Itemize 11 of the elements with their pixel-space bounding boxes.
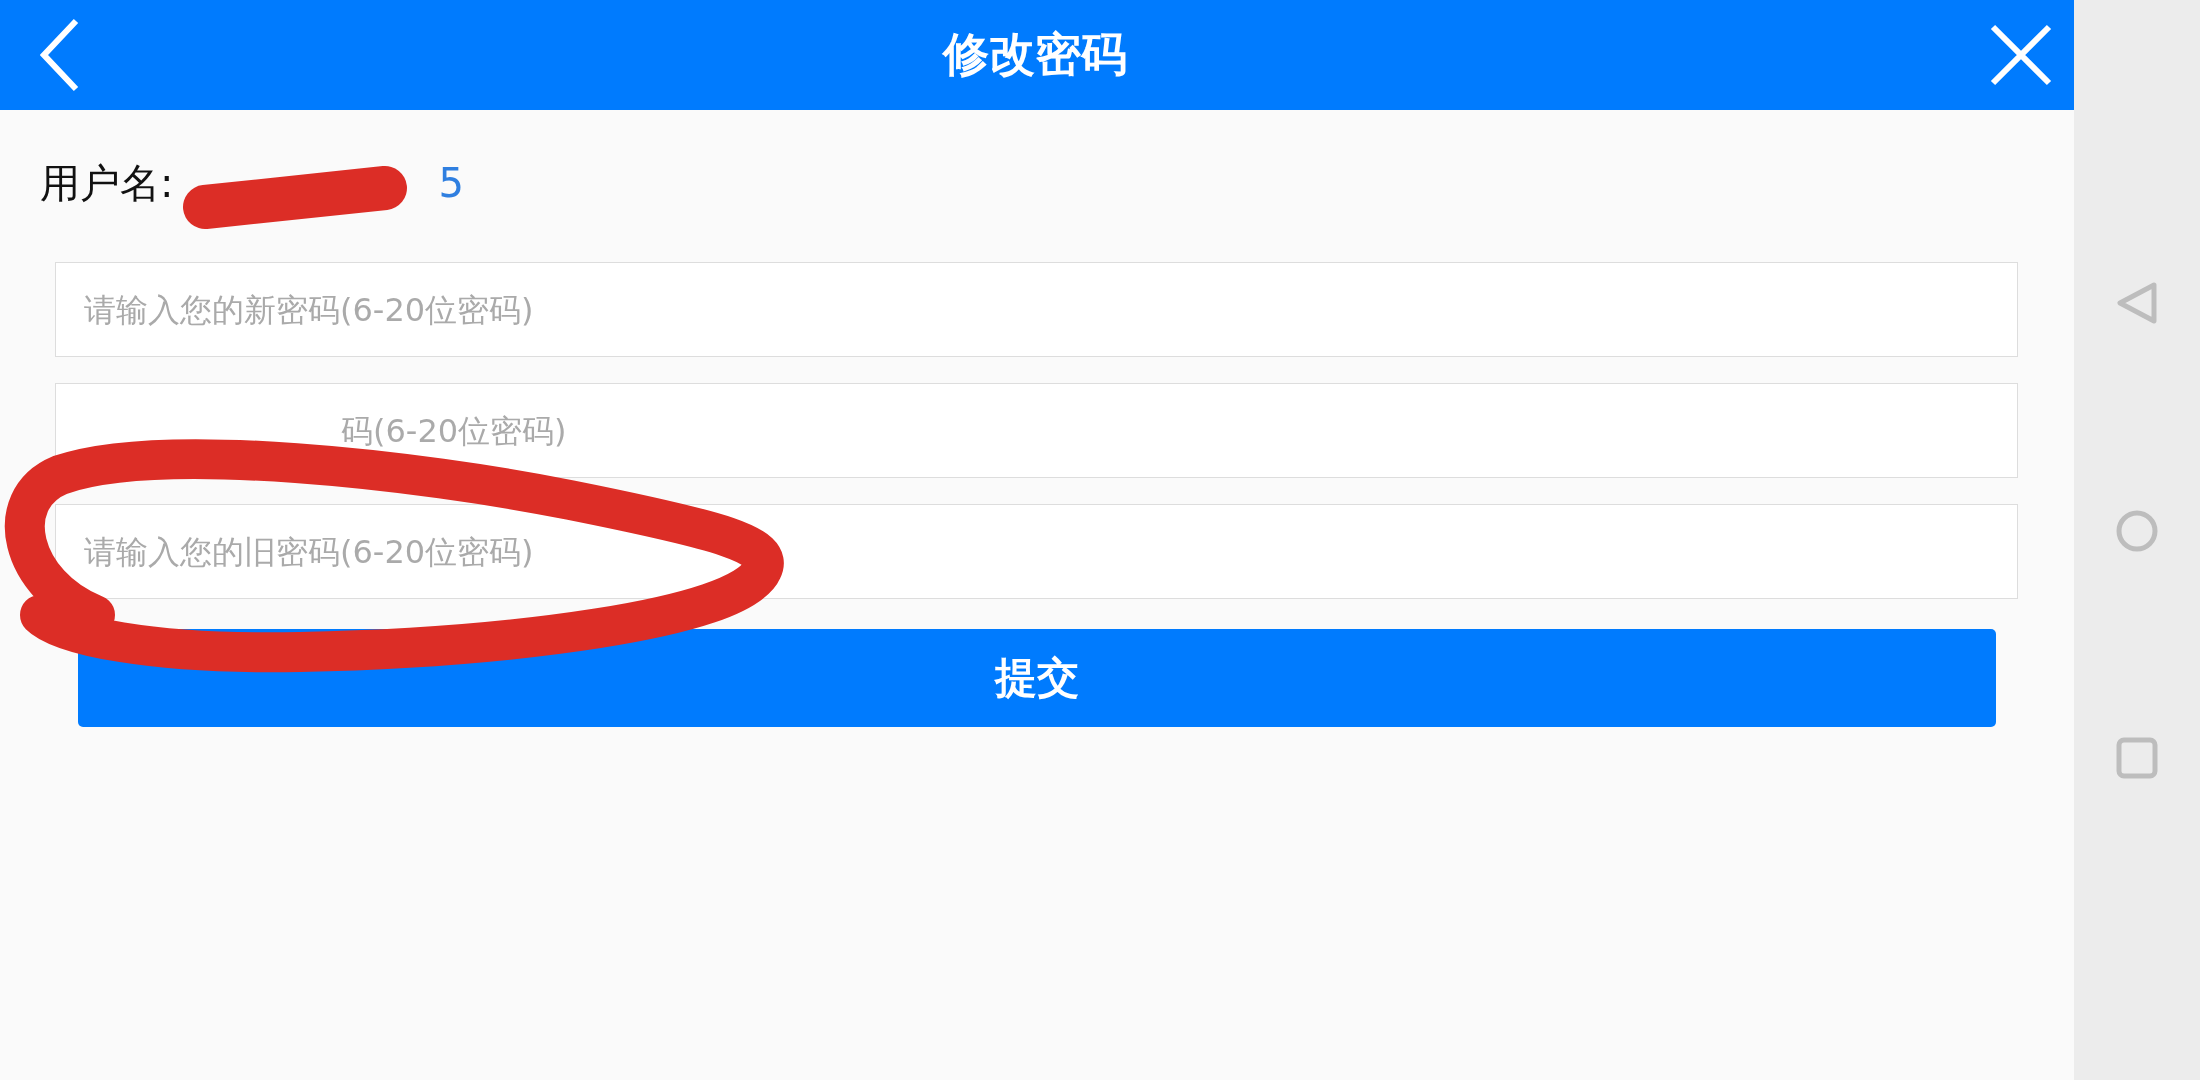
submit-button[interactable]: 提交 [78,629,1996,727]
back-icon[interactable] [40,17,80,93]
home-icon[interactable] [2115,509,2159,553]
password-field[interactable]: 码(6-20位密码) [55,383,2018,478]
password-field[interactable]: 请输入您的旧密码(6-20位密码) [55,504,2018,599]
page-title: 修改密码 [943,26,1127,83]
username-label: 用户名: [40,158,174,208]
recents-icon[interactable] [2115,736,2159,780]
close-icon[interactable] [1990,24,2052,86]
username-value: 5 [438,160,464,206]
password-field[interactable]: 请输入您的新密码(6-20位密码) [55,262,2018,357]
